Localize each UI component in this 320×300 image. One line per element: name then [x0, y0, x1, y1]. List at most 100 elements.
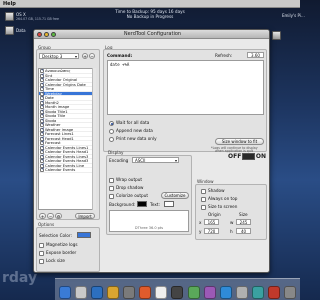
minimize-icon[interactable] [44, 32, 49, 37]
drop-shadow-label: Drop shadow [116, 185, 144, 190]
app-icon[interactable] [91, 286, 104, 299]
background-label: Background: [109, 202, 136, 207]
append-label: Append new data [116, 128, 153, 133]
group-select-value: Desktop 3 [42, 54, 63, 59]
size-to-screen-checkbox[interactable] [201, 204, 206, 210]
add-log-button[interactable]: + [39, 213, 46, 219]
colorize-row[interactable]: Colorize output [109, 193, 148, 199]
selection-color-label: Selection Color: [39, 233, 72, 238]
command-textarea[interactable]: date +%A [107, 60, 264, 115]
drive-info: 264.07 GB, 115.71 GB free [16, 17, 59, 21]
group-select[interactable]: Desktop 3 ▾ [39, 53, 79, 59]
list-item[interactable]: Calendar Events [39, 167, 93, 173]
background-color-well[interactable] [137, 201, 147, 207]
import-button[interactable]: Import [75, 213, 95, 219]
app-icon[interactable] [171, 286, 184, 299]
expose-checkbox[interactable] [39, 250, 44, 256]
app-icon[interactable] [251, 286, 264, 299]
magnetize-row[interactable]: Magnetize logs [39, 242, 78, 248]
wait-row[interactable]: Wait for all data [109, 120, 149, 126]
append-radio[interactable] [109, 128, 114, 134]
lock-size-label: Lock size [46, 258, 65, 263]
colorize-checkbox[interactable] [109, 193, 114, 199]
gear-icon[interactable]: ⚙ [55, 213, 62, 219]
app-icon[interactable] [139, 286, 152, 299]
list-item-label: Calendar Origins Date [45, 82, 86, 87]
app-icon[interactable] [155, 286, 168, 299]
app-icon[interactable] [235, 286, 248, 299]
size-label: Size [239, 212, 248, 217]
font-preview-box[interactable]: DThree 36.0 pts [109, 210, 189, 232]
geeklet-list[interactable]: ΑνακοινώσειςSintCalendar OriginalCalenda… [38, 68, 94, 210]
remove-log-button[interactable]: − [47, 213, 54, 219]
folder-icon[interactable] [272, 31, 281, 40]
help-menu[interactable]: Help [3, 1, 16, 7]
window-shadow-checkbox[interactable] [201, 188, 206, 194]
list-scrollbar[interactable] [92, 68, 96, 210]
magnetize-label: Magnetize logs [46, 242, 78, 247]
add-group-button[interactable]: + [82, 53, 88, 59]
list-item-label: Forecast [45, 141, 61, 145]
wrap-label: Wrap output [116, 177, 143, 182]
remove-group-button[interactable]: − [89, 53, 95, 59]
list-item-label: Calendar Events Head3 [45, 159, 89, 163]
on-label: ON [255, 152, 266, 160]
toggle-switch[interactable] [242, 152, 255, 160]
wrap-checkbox[interactable] [109, 177, 114, 183]
app-icon[interactable] [123, 286, 136, 299]
encoding-label: Encoding [109, 158, 129, 163]
hard-drive-icon[interactable] [5, 26, 14, 35]
print-radio[interactable] [109, 136, 114, 142]
size-h-input[interactable]: 40 [236, 228, 251, 234]
always-top-checkbox[interactable] [201, 196, 206, 202]
chevron-down-icon: ▾ [74, 54, 77, 59]
origin-y-input[interactable]: 720 [204, 228, 219, 234]
list-item-checkbox[interactable] [40, 167, 45, 172]
expose-row[interactable]: Expose border [39, 250, 76, 256]
drive-label: Data [16, 28, 26, 33]
list-item-label: Forecast Head1 [45, 136, 74, 141]
size-w-input[interactable]: 245 [236, 219, 251, 225]
hard-drive-icon[interactable] [5, 12, 14, 21]
app-icon[interactable] [107, 286, 120, 299]
list-item-label: Calendar Events Lines3 [45, 154, 89, 159]
drive-label: Emily's Pi… [282, 13, 305, 18]
finder-icon[interactable] [59, 286, 72, 299]
weekday-text: rday [2, 270, 38, 286]
log-toggle[interactable]: OFF ON [228, 152, 266, 160]
always-top-row[interactable]: Always on top [201, 196, 237, 202]
shadow-row[interactable]: Drop shadow [109, 185, 143, 191]
magnetize-checkbox[interactable] [39, 242, 44, 248]
app-icon[interactable] [219, 286, 232, 299]
list-item-label: Weekday [45, 91, 62, 96]
list-item-label: Month2 [45, 100, 59, 105]
text-color-well[interactable] [164, 201, 174, 207]
refresh-label: Refresh: [215, 53, 233, 58]
app-icon[interactable] [187, 286, 200, 299]
close-icon[interactable] [37, 32, 42, 37]
lock-size-row[interactable]: Lock size [39, 258, 65, 264]
size-window-button[interactable]: Size window to fit [215, 138, 264, 145]
lock-size-checkbox[interactable] [39, 258, 44, 264]
refresh-input[interactable]: 3.60 [247, 52, 264, 58]
app-icon[interactable] [267, 286, 280, 299]
drop-shadow-checkbox[interactable] [109, 185, 114, 191]
wait-radio[interactable] [109, 120, 114, 126]
origin-x-input[interactable]: 165 [204, 219, 219, 225]
print-row[interactable]: Print new data only [109, 136, 157, 142]
list-item-label: Weather image [45, 127, 74, 132]
app-icon[interactable] [203, 286, 216, 299]
customize-button[interactable]: Customize [161, 192, 189, 199]
zoom-icon[interactable] [51, 32, 56, 37]
window-titlebar[interactable]: NerdTool Configuration [34, 30, 269, 39]
menu-bar: Help [0, 0, 300, 8]
shadow-window-row[interactable]: Shadow [201, 188, 225, 194]
selection-color-well[interactable] [77, 232, 91, 238]
encoding-select[interactable]: ASCII ▾ [132, 157, 179, 163]
trash-icon[interactable] [283, 286, 296, 299]
origin-label: Origin [208, 212, 221, 217]
wrap-row[interactable]: Wrap output [109, 177, 142, 183]
size-to-screen-row[interactable]: Size to screen [201, 204, 237, 210]
app-icon[interactable] [75, 286, 88, 299]
append-row[interactable]: Append new data [109, 128, 153, 134]
